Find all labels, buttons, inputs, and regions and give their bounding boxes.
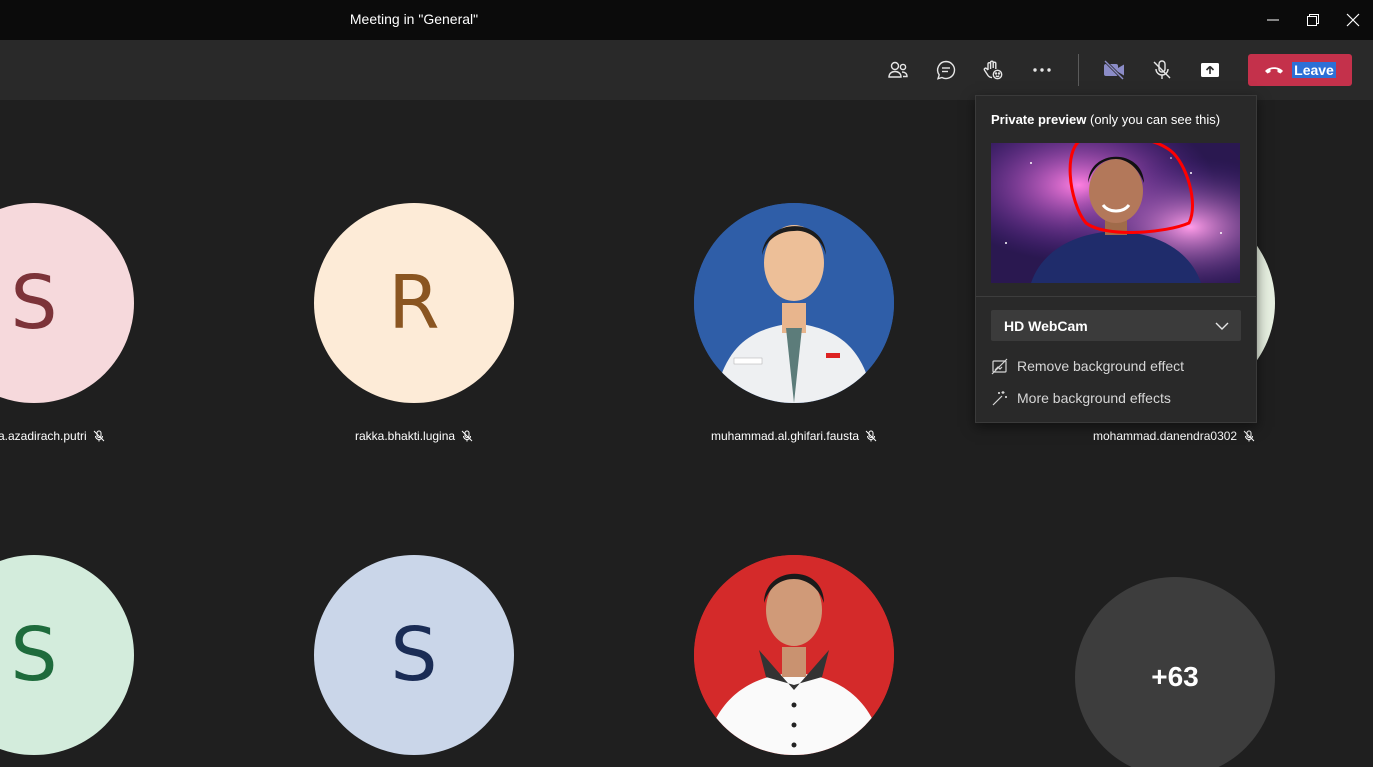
people-icon bbox=[888, 61, 908, 78]
raise-hand-icon bbox=[983, 60, 1003, 80]
window-title: Meeting in "General" bbox=[349, 11, 479, 27]
restore-button[interactable] bbox=[1298, 6, 1328, 34]
avatar-initial: R bbox=[388, 260, 440, 346]
more-background-label: More background effects bbox=[1017, 390, 1171, 406]
more-participants-tile[interactable]: +63 bbox=[1075, 577, 1275, 767]
leave-label: Leave bbox=[1292, 62, 1336, 78]
more-background-effects-button[interactable]: More background effects bbox=[991, 385, 1241, 411]
participant-name: rakka.bhakti.lugina bbox=[355, 429, 473, 443]
minimize-icon bbox=[1267, 19, 1279, 21]
mic-off-icon bbox=[1153, 60, 1171, 79]
mic-toggle-button[interactable] bbox=[1145, 54, 1179, 86]
preview-title-bold: Private preview bbox=[991, 112, 1087, 127]
avatar[interactable]: S bbox=[0, 555, 134, 755]
avatar[interactable]: R bbox=[314, 203, 514, 403]
preview-title: Private preview (only you can see this) bbox=[991, 112, 1220, 127]
avatar-initial: S bbox=[10, 260, 58, 346]
participant-photo[interactable] bbox=[694, 203, 894, 403]
participant-name-label: rakka.bhakti.lugina bbox=[355, 429, 456, 443]
participants-button[interactable] bbox=[881, 54, 915, 86]
minimize-button[interactable] bbox=[1258, 6, 1288, 34]
more-options-icon bbox=[1033, 68, 1051, 72]
mic-off-icon bbox=[865, 430, 877, 442]
avatar[interactable]: S bbox=[0, 203, 134, 403]
background-off-icon bbox=[991, 358, 1008, 374]
meeting-toolbar: Leave bbox=[0, 40, 1373, 100]
close-icon bbox=[1346, 13, 1360, 27]
chat-button[interactable] bbox=[929, 54, 963, 86]
title-bar: Meeting in "General" bbox=[0, 0, 1373, 40]
restore-icon bbox=[1307, 14, 1319, 26]
camera-icon bbox=[1103, 59, 1125, 81]
popup-divider bbox=[976, 296, 1256, 297]
video-effects-flyout: Private preview (only you can see this) … bbox=[975, 95, 1257, 423]
participant-name-label: mohammad.danendra0302 bbox=[1093, 429, 1238, 443]
chevron-down-icon bbox=[1215, 322, 1229, 330]
participant-name: mohammad.danendra0302 bbox=[1093, 429, 1255, 443]
more-options-button[interactable] bbox=[1025, 54, 1059, 86]
magic-wand-icon bbox=[992, 390, 1007, 405]
hang-up-icon bbox=[1265, 67, 1284, 74]
participant-name-label: a.azadirach.putri bbox=[0, 429, 87, 443]
remove-background-effect-button[interactable]: Remove background effect bbox=[991, 353, 1241, 379]
participant-name: muhammad.al.ghifari.fausta bbox=[711, 429, 877, 443]
participant-name-label: muhammad.al.ghifari.fausta bbox=[711, 429, 860, 443]
camera-toggle-button[interactable] bbox=[1097, 54, 1131, 86]
leave-button[interactable]: Leave bbox=[1248, 54, 1352, 86]
overflow-count: +63 bbox=[1151, 661, 1199, 692]
self-video-preview bbox=[991, 143, 1240, 283]
mic-off-icon bbox=[461, 430, 473, 442]
reactions-button[interactable] bbox=[976, 54, 1010, 86]
share-tray-icon bbox=[1201, 63, 1219, 77]
avatar-initial: S bbox=[10, 612, 58, 698]
person-photo-icon bbox=[694, 555, 894, 755]
remove-background-label: Remove background effect bbox=[1017, 358, 1185, 374]
person-photo-icon bbox=[694, 203, 894, 403]
share-tray-button[interactable] bbox=[1193, 54, 1227, 86]
camera-select[interactable]: HD WebCam bbox=[991, 310, 1241, 341]
preview-title-rest: (only you can see this) bbox=[1086, 112, 1221, 127]
camera-select-value: HD WebCam bbox=[1004, 317, 1088, 334]
participant-name: a.azadirach.putri bbox=[0, 429, 105, 443]
mic-off-icon bbox=[1243, 430, 1255, 442]
participant-photo[interactable] bbox=[694, 555, 894, 755]
mic-off-icon bbox=[93, 430, 105, 442]
close-button[interactable] bbox=[1338, 6, 1368, 34]
avatar-initial: S bbox=[390, 612, 438, 698]
avatar[interactable]: S bbox=[314, 555, 514, 755]
self-video-image bbox=[991, 143, 1240, 283]
toolbar-divider bbox=[1078, 54, 1079, 86]
chat-icon bbox=[936, 60, 956, 80]
